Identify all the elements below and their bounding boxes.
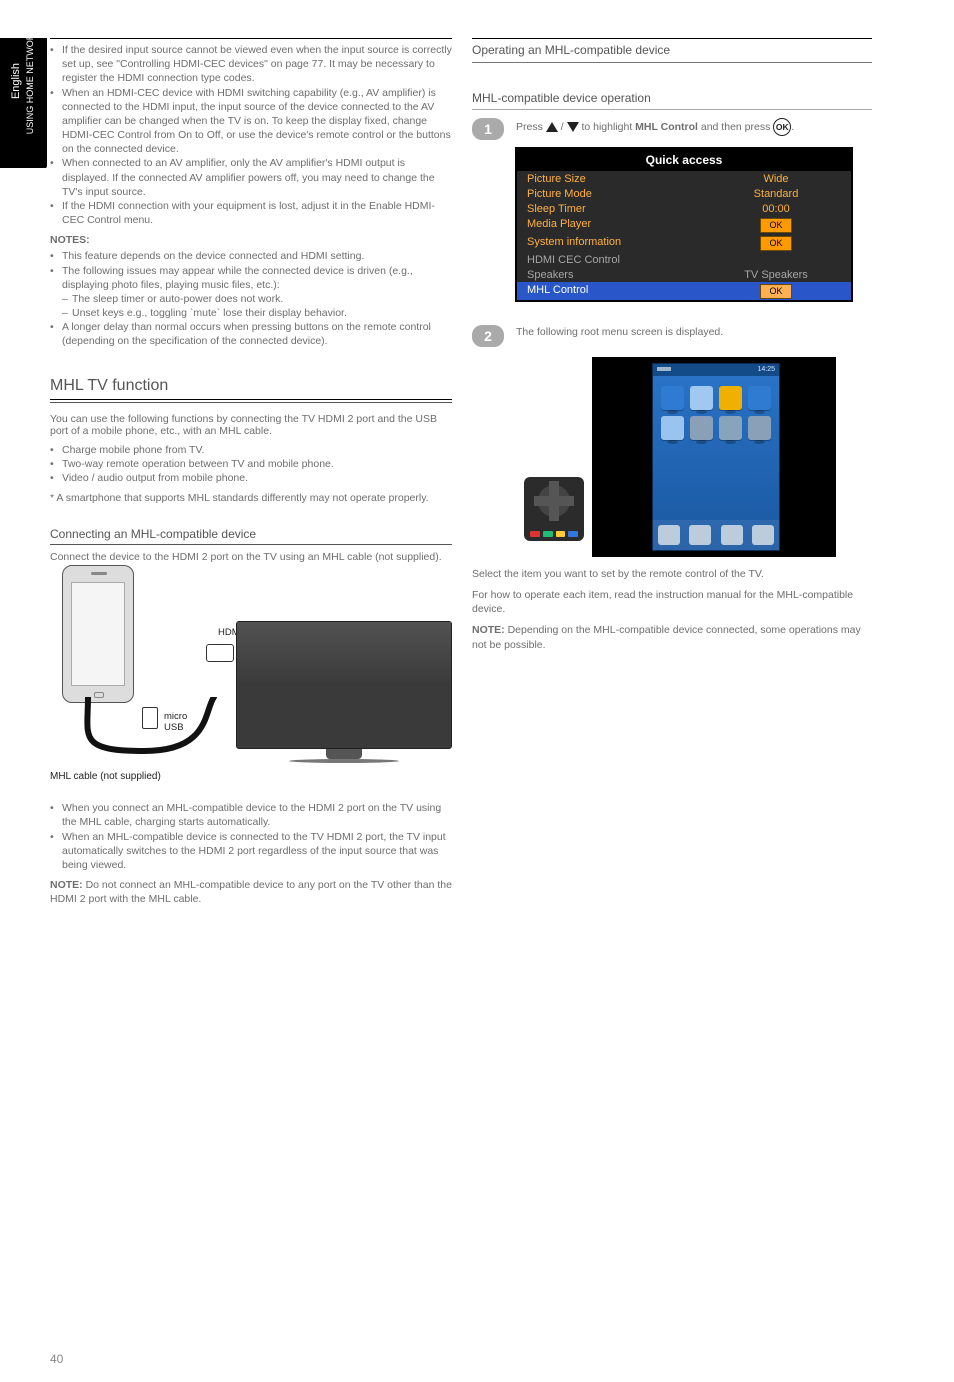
app-tile-icon: [748, 386, 771, 410]
connect-intro: Connect the device to the HDMI 2 port on…: [50, 551, 452, 563]
list-item: •If the HDMI connection with your equipm…: [50, 199, 452, 227]
tail-note-label: NOTE:: [472, 624, 505, 636]
list-item: •Video / audio output from mobile phone.: [50, 471, 452, 485]
right-section-heading: Operating an MHL-compatible device: [472, 43, 872, 63]
right-sub-heading: MHL-compatible device operation: [472, 91, 872, 110]
left-info-block: •If the desired input source cannot be v…: [50, 43, 452, 349]
app-tile-icon: [661, 416, 684, 440]
osd-row[interactable]: Media Player OK: [517, 216, 851, 234]
tv-icon: [236, 621, 452, 761]
list-subitem: –The sleep timer or auto-power does not …: [50, 292, 452, 306]
osd-row[interactable]: Sleep Timer00:00: [517, 201, 851, 216]
app-tile-icon: [661, 386, 684, 410]
list-item: •This feature depends on the device conn…: [50, 249, 452, 263]
app-tile-icon: [719, 386, 742, 410]
smartphone-icon: [62, 565, 134, 703]
osd-value: OK: [711, 284, 841, 299]
side-tab-line1: English: [10, 63, 22, 99]
phone-dock-icon: [752, 525, 774, 545]
tv-mirror-icon: 14:25: [592, 357, 836, 557]
osd-value: [711, 254, 841, 266]
list-subitem: –Unset keys e.g., toggling `mute` lose t…: [50, 306, 452, 320]
osd-row[interactable]: Picture ModeStandard: [517, 186, 851, 201]
list-item: •When an HDMI-CEC device with HDMI switc…: [50, 86, 452, 157]
ok-chip: OK: [760, 218, 791, 233]
phone-dock-icon: [689, 525, 711, 545]
osd-row[interactable]: SpeakersTV Speakers: [517, 267, 851, 282]
osd-value: TV Speakers: [711, 269, 841, 281]
osd-value: Standard: [711, 188, 841, 200]
osd-key: Speakers: [527, 269, 711, 281]
osd-key: System information: [527, 236, 711, 251]
phone-clock: 14:25: [757, 366, 775, 373]
trailing-note: Do not connect an MHL-compatible device …: [50, 879, 452, 905]
left-column: •If the desired input source cannot be v…: [50, 38, 452, 913]
osd-title: Quick access: [517, 149, 851, 171]
app-tile-icon: [748, 416, 771, 440]
osd-key: MHL Control: [527, 284, 711, 299]
notes-label: NOTES:: [50, 234, 90, 246]
trailing-note-label: NOTE:: [50, 879, 83, 891]
right-tail: Select the item you want to set by the r…: [472, 567, 872, 652]
cable-note: MHL cable (not supplied): [50, 771, 161, 782]
osd-value: OK: [711, 218, 841, 233]
page-number: 40: [50, 1352, 63, 1366]
mhl-heading: MHL TV function: [50, 377, 452, 395]
osd-key: Picture Mode: [527, 188, 711, 200]
mhl-intro: You can use the following functions by c…: [50, 413, 452, 437]
phone-dock-icon: [721, 525, 743, 545]
osd-value: OK: [711, 236, 841, 251]
tail-note: Depending on the MHL-compatible device c…: [472, 624, 861, 651]
osd-key: Picture Size: [527, 173, 711, 185]
list-item: •If the desired input source cannot be v…: [50, 43, 452, 86]
list-item: •When connected to an AV amplifier, only…: [50, 156, 452, 199]
step-2: 2 The following root menu screen is disp…: [472, 325, 872, 347]
phone-dock-icon: [658, 525, 680, 545]
list-item: •Charge mobile phone from TV.: [50, 443, 452, 457]
osd-key: Sleep Timer: [527, 203, 711, 215]
list-item: •When you connect an MHL-compatible devi…: [50, 801, 452, 829]
list-item: •A longer delay than normal occurs when …: [50, 320, 452, 348]
osd-row[interactable]: Picture SizeWide: [517, 171, 851, 186]
mhl-cable-icon: [74, 697, 218, 769]
right-column: Operating an MHL-compatible device MHL-c…: [472, 38, 872, 658]
down-arrow-icon: [567, 122, 579, 132]
step2-text: The following root menu screen is displa…: [516, 325, 872, 341]
app-tile-icon: [690, 386, 713, 410]
up-arrow-icon: [546, 122, 558, 132]
osd-row[interactable]: MHL Control OK: [517, 282, 851, 300]
list-item: •Two-way remote operation between TV and…: [50, 457, 452, 471]
side-tab-line2: USING HOME NETWORK: [25, 38, 36, 146]
ok-chip: OK: [760, 236, 791, 251]
osd-row[interactable]: HDMI CEC Control: [517, 252, 851, 267]
osd-key: HDMI CEC Control: [527, 254, 711, 266]
osd-key: Media Player: [527, 218, 711, 233]
step1-text: Press / to highlight MHL Control and the…: [516, 118, 872, 136]
step-badge-2: 2: [472, 325, 504, 347]
mirrored-phone-figure: 14:25: [516, 357, 872, 557]
step-1: 1 Press / to highlight MHL Control and t…: [472, 118, 872, 140]
connect-heading: Connecting an MHL-compatible device: [50, 527, 452, 545]
ok-chip: OK: [760, 284, 791, 299]
mhl-footnote: * A smartphone that supports MHL standar…: [50, 491, 452, 505]
list-item: •When an MHL-compatible device is connec…: [50, 830, 452, 873]
remote-icon: [516, 357, 592, 557]
step-badge-1: 1: [472, 118, 504, 140]
ok-icon: OK: [773, 118, 791, 136]
app-tile-icon: [719, 416, 742, 440]
osd-row[interactable]: System information OK: [517, 234, 851, 252]
app-tile-icon: [690, 416, 713, 440]
mhl-diagram: HDMI 2 micro USB MHL cable (not supplied…: [50, 571, 452, 771]
osd-value: 00:00: [711, 203, 841, 215]
osd-quick-access: Quick access Picture SizeWidePicture Mod…: [516, 148, 852, 301]
osd-value: Wide: [711, 173, 841, 185]
list-item: •The following issues may appear while t…: [50, 264, 452, 292]
side-tab: English USING HOME NETWORK: [0, 38, 47, 168]
